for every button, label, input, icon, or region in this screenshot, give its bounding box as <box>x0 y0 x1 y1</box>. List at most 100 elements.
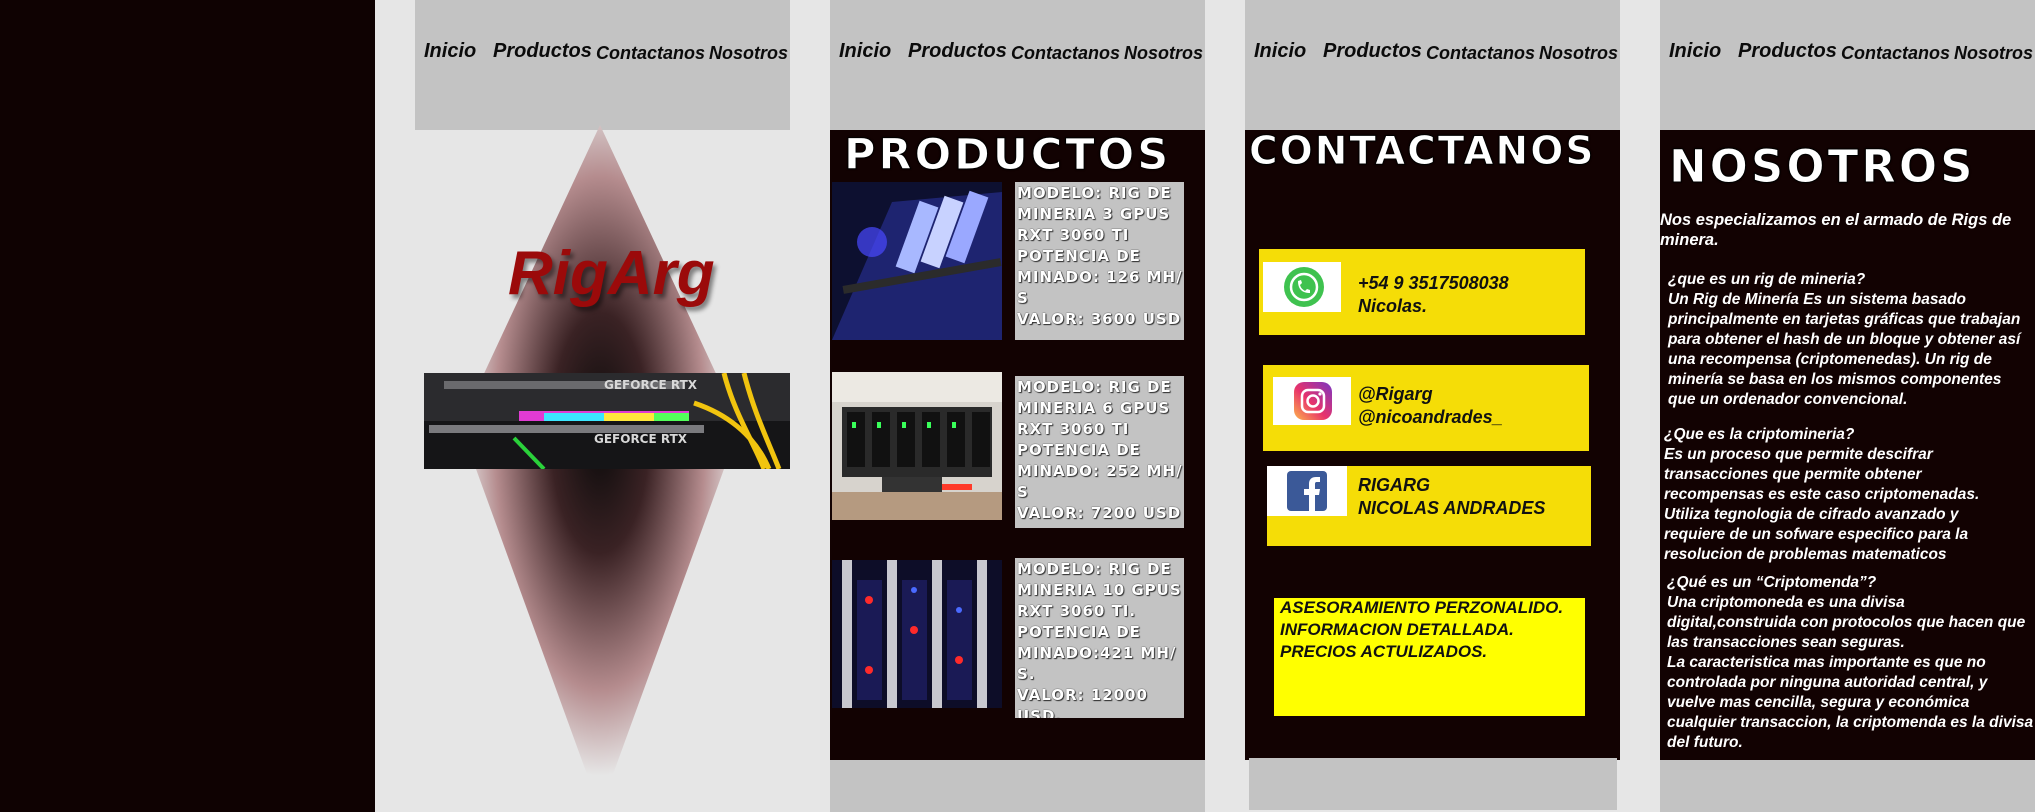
nav-contactanos[interactable]: Contactanos <box>596 43 705 64</box>
instagram-handle-2: @nicoandrades_ <box>1358 407 1503 427</box>
nav-inicio[interactable]: Inicio <box>839 40 891 63</box>
nav-productos[interactable]: Productos <box>908 40 1007 63</box>
contactanos-navbar: Inicio Productos Contactanos Nosotros <box>1245 0 1620 130</box>
rig-10gpu-image <box>832 560 1002 708</box>
nav-productos[interactable]: Productos <box>1738 40 1837 63</box>
nav-contactanos[interactable]: Contactanos <box>1426 43 1535 64</box>
nosotros-intro: Nos especializamos en el armado de Rigs … <box>1660 210 2011 250</box>
home-navbar: Inicio Productos Contactanos Nosotros <box>415 0 790 130</box>
nav-nosotros[interactable]: Nosotros <box>709 43 788 64</box>
facebook-name: NICOLAS ANDRADES <box>1358 498 1546 518</box>
product-price: VALOR: 12000 <box>1017 686 1148 704</box>
text-line: controlada por ninguna autoridad central… <box>1667 674 1988 691</box>
gap-2 <box>1205 0 1245 812</box>
nosotros-title: NOSOTROS <box>1669 140 1976 194</box>
whatsapp-phone: +54 9 3517508038 <box>1358 273 1509 293</box>
text-line: La caracteristica mas importante es que … <box>1667 654 1986 671</box>
product-price: VALOR: 3600 USD <box>1017 310 1182 328</box>
nav-contactanos[interactable]: Contactanos <box>1841 43 1950 64</box>
text-line: minera. <box>1660 231 1719 249</box>
product-line: MINERIA 10 GPUS <box>1017 581 1182 599</box>
product-line: MODELO: RIG DE <box>1017 378 1172 396</box>
text-line: minería se basa en los mismos componente… <box>1668 371 2002 388</box>
nav-productos[interactable]: Productos <box>1323 40 1422 63</box>
nav-inicio[interactable]: Inicio <box>1669 40 1721 63</box>
info-line: INFORMACION DETALLADA. <box>1280 620 1514 639</box>
productos-panel: Inicio Productos Contactanos Nosotros PR… <box>830 0 1205 812</box>
text-line: requiere de un sofware especifico para l… <box>1664 526 1969 543</box>
whatsapp-text: +54 9 3517508038 Nicolas. <box>1358 272 1509 318</box>
product-line: MODELO: RIG DE <box>1017 184 1172 202</box>
nosotros-criptomineria-paragraph: ¿Que es la criptomineria? Es un proceso … <box>1664 425 1979 565</box>
product-line: POTENCIA DE <box>1017 441 1141 459</box>
instagram-icon <box>1294 382 1332 420</box>
text-line: vuelve mas cencilla, segura y económica <box>1667 694 1970 711</box>
product-line: RXT 3060 TI. <box>1017 602 1137 620</box>
text-line: que un ordenador convencional. <box>1668 391 1908 408</box>
nosotros-footer <box>1660 760 2035 812</box>
rig-6gpu-image <box>832 372 1002 520</box>
product-line: MINERIA 3 GPUS <box>1017 205 1171 223</box>
nav-contactanos[interactable]: Contactanos <box>1011 43 1120 64</box>
facebook-text: RIGARG NICOLAS ANDRADES <box>1358 474 1545 520</box>
instagram-handle-1: @Rigarg <box>1358 384 1433 404</box>
facebook-page: RIGARG <box>1358 475 1430 495</box>
left-backdrop <box>0 0 375 812</box>
contactanos-panel: Inicio Productos Contactanos Nosotros CO… <box>1245 0 1620 812</box>
product-line: POTENCIA DE <box>1017 247 1141 265</box>
productos-footer <box>830 760 1205 812</box>
product-line: RXT 3060 TI <box>1017 420 1130 438</box>
product-line: S <box>1017 289 1029 307</box>
product-price: USD. <box>1017 707 1063 718</box>
info-line: ASESORAMIENTO PERZONALIDO. <box>1280 598 1564 617</box>
text-line: Es un proceso que permite descifrar <box>1664 446 1933 463</box>
product-line: MINADO:421 MH/ <box>1017 644 1177 662</box>
nav-inicio[interactable]: Inicio <box>424 40 476 63</box>
info-line: PRECIOS ACTULIZADOS. <box>1280 642 1488 661</box>
text-line: principalmente en tarjetas gráficas que … <box>1668 311 2021 328</box>
text-line: del futuro. <box>1667 734 1743 751</box>
nav-nosotros[interactable]: Nosotros <box>1539 43 1618 64</box>
text-line: una recompensa (criptomenedas). Un rig d… <box>1668 351 1992 368</box>
product-line: MINERIA 6 GPUS <box>1017 399 1171 417</box>
product-card-10gpu: MODELO: RIG DE MINERIA 10 GPUS RXT 3060 … <box>1015 558 1184 718</box>
nav-nosotros[interactable]: Nosotros <box>1124 43 1203 64</box>
product-line: MODELO: RIG DE <box>1017 560 1172 578</box>
nosotros-panel: Inicio Productos Contactanos Nosotros NO… <box>1660 0 2035 812</box>
nosotros-criptomoneda-paragraph: ¿Qué es un “Criptomenda”? Una criptomone… <box>1667 573 2033 753</box>
product-line: MINADO: 252 MH/ <box>1017 462 1183 480</box>
rig-3gpu-image <box>832 182 1002 340</box>
text-line: Un Rig de Minería Es un sistema basado <box>1668 291 1967 308</box>
product-line: S <box>1017 483 1029 501</box>
product-price: VALOR: 7200 USD <box>1017 504 1182 522</box>
text-line: transacciones que permite obtener <box>1664 466 1922 483</box>
nosotros-navbar: Inicio Productos Contactanos Nosotros <box>1660 0 2035 130</box>
facebook-icon <box>1287 471 1327 511</box>
nav-nosotros[interactable]: Nosotros <box>1954 43 2033 64</box>
contactanos-title: CONTACTANOS <box>1248 129 1596 175</box>
nav-productos[interactable]: Productos <box>493 40 592 63</box>
text-line: digital,construida con protocolos que ha… <box>1667 614 2026 631</box>
gpu-image: GEFORCE RTX GEFORCE RTX <box>424 373 790 469</box>
instagram-text: @Rigarg @nicoandrades_ <box>1358 383 1503 429</box>
brand-title: RigArg <box>508 239 715 308</box>
product-line: MINADO: 126 MH/ <box>1017 268 1183 286</box>
text-line: para obtener el hash de un bloque y obte… <box>1668 331 2021 348</box>
text-line: recompensas es este caso criptomenadas. <box>1664 486 1980 503</box>
product-line: POTENCIA DE <box>1017 623 1141 641</box>
svg-text:GEFORCE RTX: GEFORCE RTX <box>594 432 688 446</box>
product-line: RXT 3060 TI <box>1017 226 1130 244</box>
whatsapp-name: Nicolas. <box>1358 296 1428 316</box>
whatsapp-icon <box>1284 267 1324 307</box>
nav-inicio[interactable]: Inicio <box>1254 40 1306 63</box>
contactanos-footer <box>1249 758 1617 810</box>
home-panel: Inicio Productos Contactanos Nosotros Ri… <box>375 0 830 812</box>
text-line: ¿Que es la criptomineria? <box>1664 426 1855 443</box>
info-text: ASESORAMIENTO PERZONALIDO. INFORMACION D… <box>1280 597 1563 663</box>
product-card-6gpu: MODELO: RIG DE MINERIA 6 GPUS RXT 3060 T… <box>1015 376 1184 528</box>
text-line: Nos especializamos en el armado de Rigs … <box>1660 211 2012 229</box>
text-line: las transacciones sean seguras. <box>1667 634 1905 651</box>
product-line: S. <box>1017 665 1036 683</box>
text-line: Una criptomoneda es una divisa <box>1667 594 1905 611</box>
productos-navbar: Inicio Productos Contactanos Nosotros <box>830 0 1205 130</box>
